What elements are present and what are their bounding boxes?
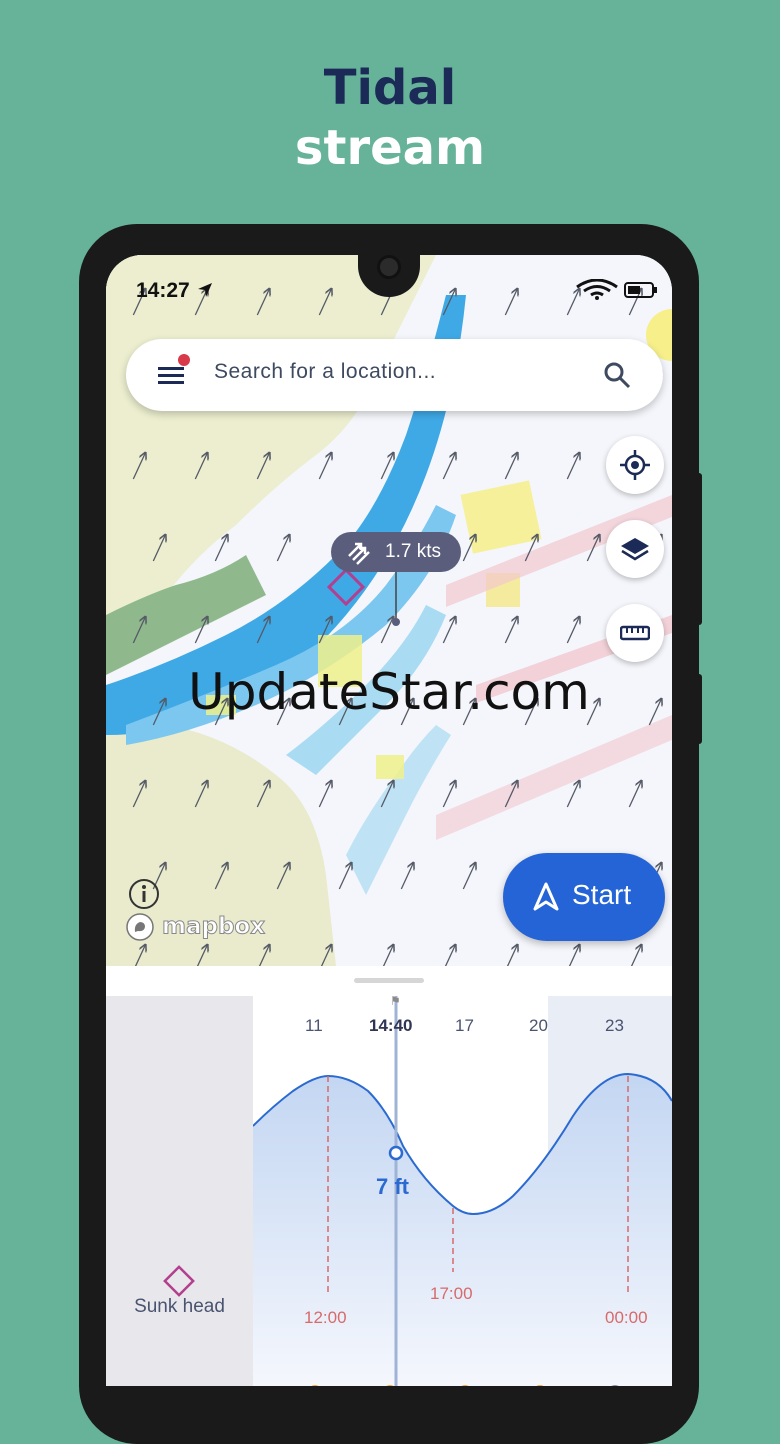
hero-title: Tidal stream — [0, 58, 780, 178]
my-location-button[interactable] — [606, 436, 664, 494]
current-height-label: 7 ft — [376, 1174, 409, 1199]
current-time-label: 14:40 — [369, 1016, 413, 1035]
navigation-arrow-icon — [533, 882, 559, 911]
start-button[interactable]: Start — [503, 853, 665, 941]
watermark: UpdateStar.com — [188, 663, 590, 721]
measure-button[interactable] — [606, 604, 664, 662]
hour-tick-23: 23 — [605, 1016, 624, 1035]
location-panel[interactable]: Sunk head — [106, 996, 253, 1386]
tide-sheet[interactable]: Sunk head ⚑ 11 14:40 17 20 23 7 ft 12:00… — [106, 966, 672, 1386]
location-name: Sunk head — [134, 1296, 225, 1317]
search-input[interactable]: Search for a location... — [214, 360, 436, 384]
status-time-text: 14:27 — [136, 279, 190, 302]
location-arrow-icon — [197, 283, 212, 297]
info-icon — [129, 879, 159, 909]
notification-dot — [178, 354, 190, 366]
hero-title-line2: stream — [294, 120, 486, 176]
hour-tick-11: 11 — [305, 1016, 323, 1035]
phone-screen: 14:27 Search for a location... 1.7 kts U… — [106, 255, 672, 1386]
layers-button[interactable] — [606, 520, 664, 578]
hour-tick-20: 20 — [529, 1016, 548, 1035]
tidal-speed-callout[interactable]: 1.7 kts — [331, 532, 461, 572]
hour-tick-17: 17 — [455, 1016, 474, 1035]
wifi-icon — [576, 278, 618, 300]
next-high-tide-time: 00:00 — [605, 1308, 648, 1327]
tidal-stream-icon — [348, 542, 370, 565]
start-button-label: Start — [572, 879, 632, 910]
location-marker-icon — [163, 1265, 195, 1297]
battery-icon — [624, 282, 657, 298]
sun-icons-row — [311, 1385, 619, 1386]
menu-icon[interactable] — [158, 363, 186, 387]
phone-side-button-lower — [694, 674, 702, 744]
status-icons — [575, 278, 658, 301]
search-icon[interactable] — [603, 361, 631, 389]
search-bar[interactable]: Search for a location... — [126, 339, 663, 411]
current-time-pin-icon: ⚑ — [390, 994, 401, 1008]
mapbox-attribution[interactable]: mapbox — [126, 913, 266, 941]
hero-title-line1: Tidal — [323, 60, 457, 116]
high-tide-time: 12:00 — [304, 1308, 347, 1327]
sheet-drag-handle[interactable] — [354, 978, 424, 983]
low-tide-time: 17:00 — [430, 1284, 473, 1303]
crosshair-icon — [620, 450, 650, 480]
status-time: 14:27 — [136, 279, 214, 303]
phone-side-button-upper — [694, 473, 702, 625]
nautical-map[interactable]: 14:27 Search for a location... 1.7 kts U… — [106, 255, 672, 972]
tidal-speed-value: 1.7 kts — [385, 541, 441, 562]
tide-chart[interactable]: ⚑ 11 14:40 17 20 23 7 ft 12:00 17:00 00:… — [252, 994, 672, 1386]
mapbox-attribution-text: mapbox — [162, 913, 266, 940]
layers-icon — [621, 538, 649, 561]
ruler-icon — [620, 625, 650, 641]
info-button[interactable] — [128, 878, 160, 914]
current-height-dot — [388, 1145, 404, 1161]
camera-icon — [377, 255, 401, 279]
mapbox-logo-icon — [126, 913, 154, 941]
